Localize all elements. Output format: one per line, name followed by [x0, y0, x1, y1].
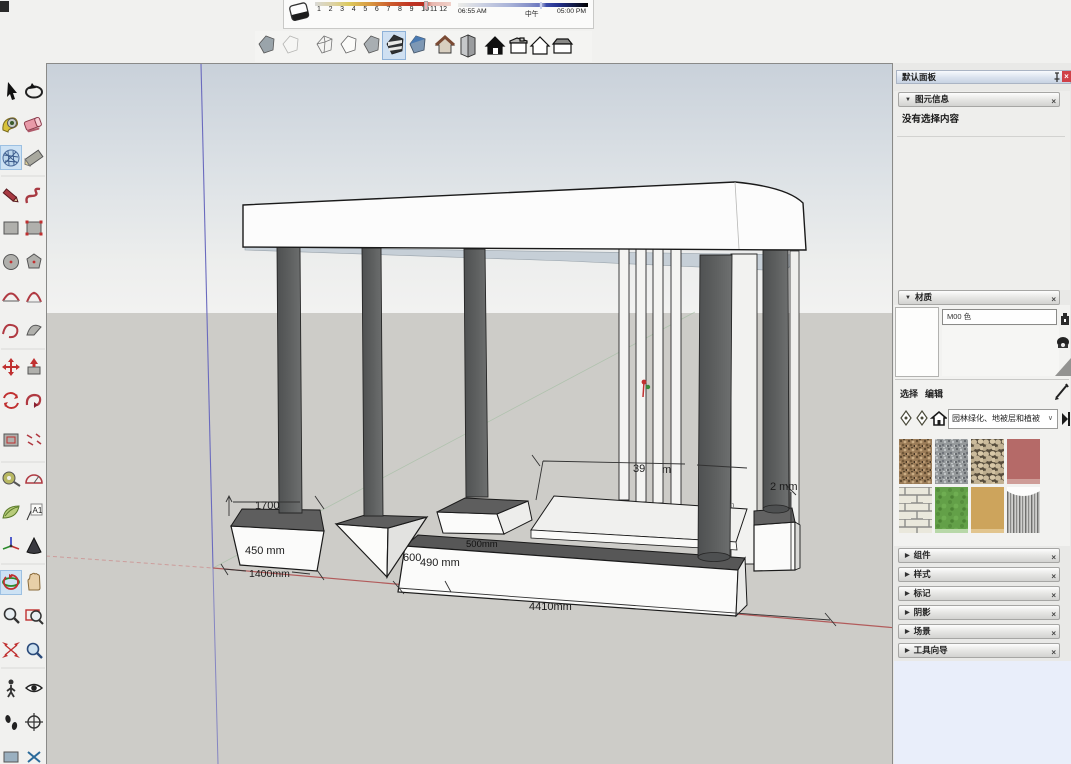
svg-text:m: m: [662, 464, 671, 476]
svg-text:2 mm: 2 mm: [770, 481, 798, 493]
svg-text:500mm: 500mm: [466, 539, 498, 550]
svg-text:1400mm: 1400mm: [249, 568, 290, 580]
svg-text:450 mm: 450 mm: [245, 545, 285, 557]
svg-text:490 mm: 490 mm: [420, 557, 460, 569]
svg-text:A1: A1: [33, 506, 43, 515]
svg-text:4410mm: 4410mm: [529, 601, 572, 613]
svg-text:1700: 1700: [255, 500, 279, 512]
svg-text:600: 600: [403, 552, 421, 564]
svg-text:39: 39: [633, 463, 645, 475]
